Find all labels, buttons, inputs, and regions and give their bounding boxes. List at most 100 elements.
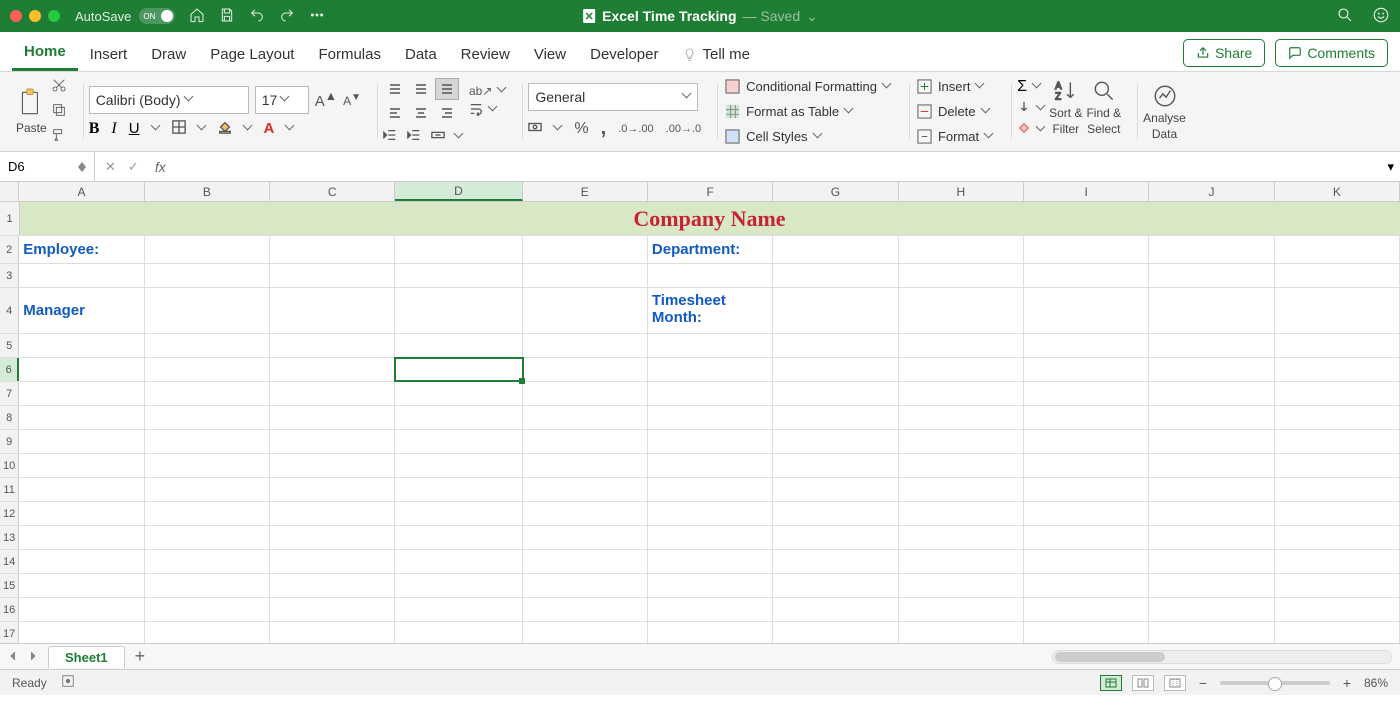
cell-D15[interactable] bbox=[395, 574, 522, 597]
paste-button[interactable]: Paste bbox=[16, 88, 47, 135]
cell-I5[interactable] bbox=[1024, 334, 1149, 357]
close-icon[interactable] bbox=[10, 10, 22, 22]
home-icon[interactable] bbox=[189, 7, 205, 26]
cell-K15[interactable] bbox=[1275, 574, 1400, 597]
cell-E11[interactable] bbox=[523, 478, 648, 501]
cell-J15[interactable] bbox=[1149, 574, 1274, 597]
select-all-corner[interactable] bbox=[0, 182, 19, 201]
cell-H15[interactable] bbox=[899, 574, 1024, 597]
tell-me[interactable]: Tell me bbox=[670, 38, 762, 71]
cell-E2[interactable] bbox=[523, 236, 648, 263]
cell-H16[interactable] bbox=[899, 598, 1024, 621]
sort-filter-button[interactable]: AZ Sort &Filter bbox=[1049, 78, 1082, 145]
cell-K4[interactable] bbox=[1275, 288, 1400, 333]
cell-E10[interactable] bbox=[523, 454, 648, 477]
cell-K12[interactable] bbox=[1275, 502, 1400, 525]
cell-K7[interactable] bbox=[1275, 382, 1400, 405]
cell-B3[interactable] bbox=[145, 264, 270, 287]
cell-I4[interactable] bbox=[1024, 288, 1149, 333]
delete-cells-button[interactable]: Delete bbox=[915, 102, 995, 121]
cell-C14[interactable] bbox=[270, 550, 395, 573]
increase-font-icon[interactable]: A▲ bbox=[315, 89, 337, 110]
cell-B5[interactable] bbox=[145, 334, 270, 357]
cell-F9[interactable] bbox=[648, 430, 773, 453]
orientation-icon[interactable]: ab↗ bbox=[469, 84, 492, 98]
cell-G17[interactable] bbox=[773, 622, 898, 643]
cell-I8[interactable] bbox=[1024, 406, 1149, 429]
cell-J7[interactable] bbox=[1149, 382, 1274, 405]
cell-H2[interactable] bbox=[899, 236, 1024, 263]
format-as-table-button[interactable]: Format as Table bbox=[723, 102, 893, 121]
cell-A7[interactable] bbox=[19, 382, 144, 405]
cell-G8[interactable] bbox=[773, 406, 898, 429]
cell-A2[interactable]: Employee: bbox=[19, 236, 144, 263]
cell-I12[interactable] bbox=[1024, 502, 1149, 525]
sheet-tab[interactable]: Sheet1 bbox=[48, 646, 125, 668]
cell-F4[interactable]: TimesheetMonth: bbox=[648, 288, 773, 333]
cell-C9[interactable] bbox=[270, 430, 395, 453]
copy-icon[interactable] bbox=[51, 102, 67, 121]
row-header-13[interactable]: 13 bbox=[0, 526, 19, 549]
cell-E3[interactable] bbox=[523, 264, 648, 287]
cell-F7[interactable] bbox=[648, 382, 773, 405]
name-box[interactable]: D6 bbox=[0, 152, 95, 181]
wrap-text-icon[interactable] bbox=[469, 102, 483, 119]
cell-J6[interactable] bbox=[1149, 358, 1274, 381]
merge-icon[interactable] bbox=[431, 128, 445, 145]
cell-B11[interactable] bbox=[145, 478, 270, 501]
cell-I7[interactable] bbox=[1024, 382, 1149, 405]
tab-insert[interactable]: Insert bbox=[78, 38, 140, 71]
cell-K14[interactable] bbox=[1275, 550, 1400, 573]
cell-H3[interactable] bbox=[899, 264, 1024, 287]
share-button[interactable]: Share bbox=[1183, 39, 1265, 67]
cell-A8[interactable] bbox=[19, 406, 144, 429]
cell-K9[interactable] bbox=[1275, 430, 1400, 453]
cell-D13[interactable] bbox=[395, 526, 522, 549]
number-format-select[interactable]: General bbox=[528, 83, 698, 111]
chevron-down-icon[interactable]: ⌄ bbox=[806, 8, 818, 25]
cell-K13[interactable] bbox=[1275, 526, 1400, 549]
cell-I15[interactable] bbox=[1024, 574, 1149, 597]
sheet-next-icon[interactable] bbox=[28, 649, 38, 664]
column-header-H[interactable]: H bbox=[899, 182, 1024, 201]
cell-B7[interactable] bbox=[145, 382, 270, 405]
row-header-12[interactable]: 12 bbox=[0, 502, 19, 525]
cell-E5[interactable] bbox=[523, 334, 648, 357]
comma-icon[interactable]: , bbox=[601, 117, 607, 140]
cell-D3[interactable] bbox=[395, 264, 522, 287]
cell-D2[interactable] bbox=[395, 236, 522, 263]
zoom-out-icon[interactable]: − bbox=[1196, 675, 1210, 691]
cell-J5[interactable] bbox=[1149, 334, 1274, 357]
cell-K8[interactable] bbox=[1275, 406, 1400, 429]
fill-color-icon[interactable] bbox=[218, 120, 232, 137]
align-top-left-icon[interactable] bbox=[383, 78, 407, 100]
cell-C7[interactable] bbox=[270, 382, 395, 405]
clear-icon[interactable] bbox=[1017, 121, 1031, 138]
cell-A5[interactable] bbox=[19, 334, 144, 357]
tab-formulas[interactable]: Formulas bbox=[306, 38, 393, 71]
cut-icon[interactable] bbox=[51, 77, 67, 96]
format-painter-icon[interactable] bbox=[51, 127, 67, 146]
cell-C13[interactable] bbox=[270, 526, 395, 549]
cell-J16[interactable] bbox=[1149, 598, 1274, 621]
align-center-icon[interactable] bbox=[409, 102, 433, 124]
cell-K11[interactable] bbox=[1275, 478, 1400, 501]
cell-A15[interactable] bbox=[19, 574, 144, 597]
cell-A3[interactable] bbox=[19, 264, 144, 287]
tab-developer[interactable]: Developer bbox=[578, 38, 670, 71]
horizontal-scrollbar[interactable] bbox=[1052, 650, 1392, 664]
cell-I14[interactable] bbox=[1024, 550, 1149, 573]
column-header-D[interactable]: D bbox=[395, 182, 522, 201]
cell-H17[interactable] bbox=[899, 622, 1024, 643]
column-header-E[interactable]: E bbox=[523, 182, 648, 201]
cell-J2[interactable] bbox=[1149, 236, 1274, 263]
row-header-3[interactable]: 3 bbox=[0, 264, 19, 287]
zoom-in-icon[interactable]: + bbox=[1340, 675, 1354, 691]
cell-H6[interactable] bbox=[899, 358, 1024, 381]
cell-J17[interactable] bbox=[1149, 622, 1274, 643]
cell-H9[interactable] bbox=[899, 430, 1024, 453]
cell-B6[interactable] bbox=[145, 358, 270, 381]
italic-icon[interactable]: I bbox=[111, 120, 116, 138]
cell-J10[interactable] bbox=[1149, 454, 1274, 477]
bold-icon[interactable]: B bbox=[89, 120, 100, 138]
